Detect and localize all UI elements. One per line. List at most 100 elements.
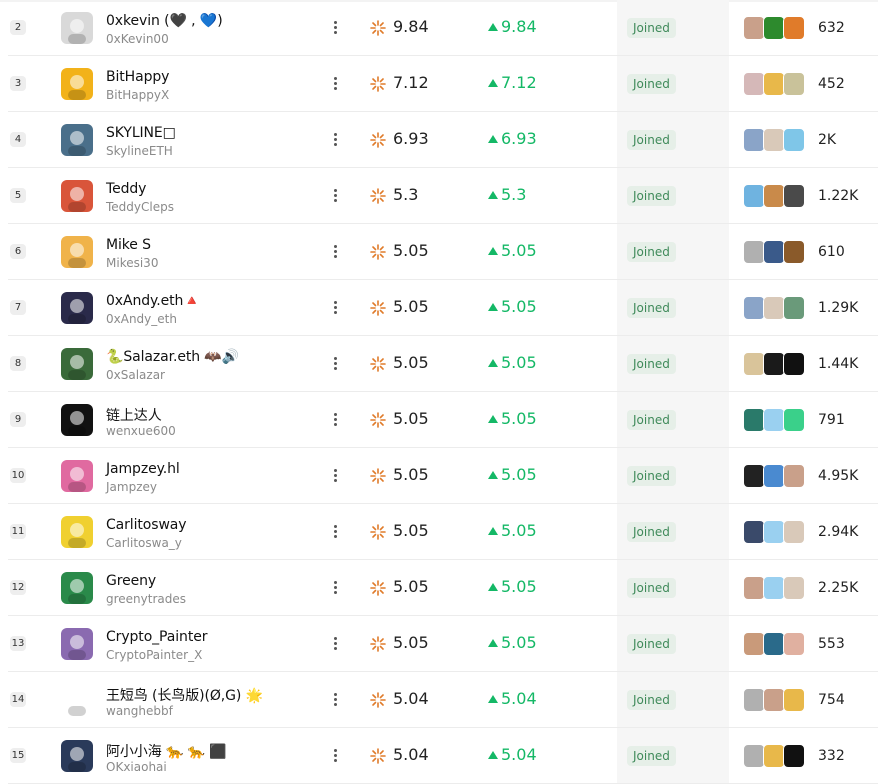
more-vertical-icon[interactable]: [330, 748, 340, 764]
user-display-name[interactable]: Mike S: [106, 237, 151, 253]
avatar[interactable]: [61, 404, 93, 436]
user-display-name[interactable]: 阿小小海 🐆 🐆 ⬛: [106, 741, 227, 761]
table-row[interactable]: 6 Mike S Mikesi30 5.05 5.05 Joined 610: [0, 224, 878, 280]
user-display-name[interactable]: 王短鸟 (长鸟版)(Ø,G) 🌟: [106, 685, 263, 705]
user-handle[interactable]: CryptoPainter_X: [106, 648, 202, 662]
table-row[interactable]: 11 Carlitosway Carlitoswa_y 5.05 5.05 Jo…: [0, 504, 878, 560]
table-row[interactable]: 10 Jampzey.hl Jampzey 5.05 5.05 Joined 4…: [0, 448, 878, 504]
user-handle[interactable]: wenxue600: [106, 424, 176, 438]
more-vertical-icon[interactable]: [330, 244, 340, 260]
score-value: 5.05: [393, 297, 429, 316]
avatar[interactable]: [61, 12, 93, 44]
avatar[interactable]: [61, 460, 93, 492]
follower-avatars[interactable]: [743, 688, 811, 714]
table-row[interactable]: 9 链上达人 wenxue600 5.05 5.05 Joined 791: [0, 392, 878, 448]
status-badge: Joined: [627, 18, 676, 38]
avatar[interactable]: [61, 68, 93, 100]
table-row[interactable]: 3 BitHappy BitHappyX 7.12 7.12 Joined 45…: [0, 56, 878, 112]
more-vertical-icon[interactable]: [330, 468, 340, 484]
follower-avatars[interactable]: [743, 632, 811, 658]
follower-avatars[interactable]: [743, 128, 811, 154]
more-vertical-icon[interactable]: [330, 412, 340, 428]
user-handle[interactable]: 0xAndy_eth: [106, 312, 177, 326]
more-vertical-icon[interactable]: [330, 188, 340, 204]
follower-avatars[interactable]: [743, 16, 811, 42]
follower-avatars[interactable]: [743, 576, 811, 602]
user-handle[interactable]: SkylineETH: [106, 144, 173, 158]
score-change: 9.84: [501, 17, 537, 36]
follower-avatars[interactable]: [743, 184, 811, 210]
table-row[interactable]: 7 0xAndy.eth🔺 0xAndy_eth 5.05 5.05 Joine…: [0, 280, 878, 336]
user-handle[interactable]: Carlitoswa_y: [106, 536, 182, 550]
user-display-name[interactable]: BitHappy: [106, 69, 169, 85]
follower-count: 2.94K: [818, 524, 859, 540]
avatar[interactable]: [61, 236, 93, 268]
user-handle[interactable]: wanghebbf: [106, 704, 173, 718]
arrow-up-icon: [488, 79, 498, 87]
arrow-up-icon: [488, 23, 498, 31]
user-display-name[interactable]: Crypto_Painter: [106, 629, 207, 645]
follower-avatars[interactable]: [743, 296, 811, 322]
table-row[interactable]: 4 SKYLINE□ SkylineETH 6.93 6.93 Joined 2…: [0, 112, 878, 168]
table-row[interactable]: 12 Greeny greenytrades 5.05 5.05 Joined …: [0, 560, 878, 616]
table-row[interactable]: 14 王短鸟 (长鸟版)(Ø,G) 🌟 wanghebbf 5.04 5.04 …: [0, 672, 878, 728]
user-display-name[interactable]: Greeny: [106, 573, 156, 589]
sparkle-icon: [370, 76, 386, 92]
follower-avatar: [763, 16, 785, 40]
score-change: 5.05: [501, 633, 537, 652]
avatar[interactable]: [61, 292, 93, 324]
follower-avatars[interactable]: [743, 520, 811, 546]
user-handle[interactable]: 0xSalazar: [106, 368, 165, 382]
follower-avatars[interactable]: [743, 408, 811, 434]
user-handle[interactable]: Jampzey: [106, 480, 157, 494]
avatar[interactable]: [61, 628, 93, 660]
follower-avatar: [763, 744, 785, 768]
table-row[interactable]: 8 🐍Salazar.eth 🦇🔊 0xSalazar 5.05 5.05 Jo…: [0, 336, 878, 392]
user-display-name[interactable]: 0xkevin (🖤 , 💙): [106, 13, 223, 29]
follower-avatars[interactable]: [743, 240, 811, 266]
follower-avatar: [763, 184, 785, 208]
more-vertical-icon[interactable]: [330, 524, 340, 540]
follower-avatars[interactable]: [743, 72, 811, 98]
more-vertical-icon[interactable]: [330, 20, 340, 36]
user-display-name[interactable]: Jampzey.hl: [106, 461, 180, 477]
avatar[interactable]: [61, 348, 93, 380]
avatar[interactable]: [61, 516, 93, 548]
user-display-name[interactable]: 0xAndy.eth🔺: [106, 293, 201, 309]
user-handle[interactable]: Mikesi30: [106, 256, 158, 270]
table-row[interactable]: 5 Teddy TeddyCleps 5.3 5.3 Joined 1.22K: [0, 168, 878, 224]
table-row[interactable]: 2 0xkevin (🖤 , 💙) 0xKevin00 9.84 9.84 Jo…: [0, 0, 878, 56]
more-vertical-icon[interactable]: [330, 132, 340, 148]
user-display-name[interactable]: 🐍Salazar.eth 🦇🔊: [106, 349, 239, 365]
user-display-name[interactable]: 链上达人: [106, 405, 162, 425]
table-row[interactable]: 15 阿小小海 🐆 🐆 ⬛ OKxiaohai 5.04 5.04 Joined…: [0, 728, 878, 784]
follower-avatars[interactable]: [743, 744, 811, 770]
user-display-name[interactable]: SKYLINE□: [106, 125, 176, 141]
follower-avatar: [743, 688, 765, 712]
more-vertical-icon[interactable]: [330, 636, 340, 652]
user-handle[interactable]: greenytrades: [106, 592, 186, 606]
follower-avatar: [783, 464, 805, 488]
avatar[interactable]: [61, 684, 93, 716]
user-handle[interactable]: OKxiaohai: [106, 760, 167, 774]
score-change: 5.05: [501, 297, 537, 316]
avatar[interactable]: [61, 572, 93, 604]
user-display-name[interactable]: Teddy: [106, 181, 146, 197]
table-row[interactable]: 13 Crypto_Painter CryptoPainter_X 5.05 5…: [0, 616, 878, 672]
follower-avatars[interactable]: [743, 352, 811, 378]
more-vertical-icon[interactable]: [330, 300, 340, 316]
avatar[interactable]: [61, 740, 93, 772]
more-vertical-icon[interactable]: [330, 692, 340, 708]
more-vertical-icon[interactable]: [330, 580, 340, 596]
user-display-name[interactable]: Carlitosway: [106, 517, 187, 533]
user-handle[interactable]: TeddyCleps: [106, 200, 174, 214]
status-badge: Joined: [627, 746, 676, 766]
sparkle-icon: [370, 580, 386, 596]
avatar[interactable]: [61, 124, 93, 156]
avatar[interactable]: [61, 180, 93, 212]
more-vertical-icon[interactable]: [330, 356, 340, 372]
user-handle[interactable]: BitHappyX: [106, 88, 169, 102]
more-vertical-icon[interactable]: [330, 76, 340, 92]
follower-avatars[interactable]: [743, 464, 811, 490]
user-handle[interactable]: 0xKevin00: [106, 32, 169, 46]
